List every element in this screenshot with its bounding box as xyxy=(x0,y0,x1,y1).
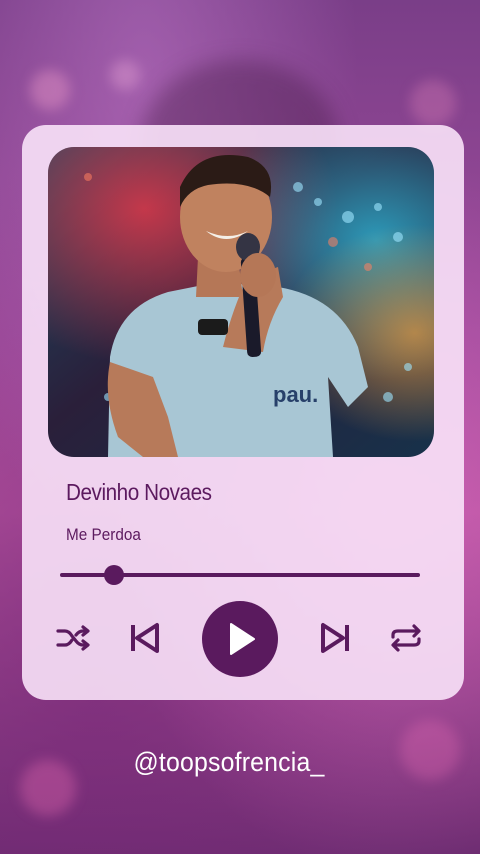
track-title: Me Perdoa xyxy=(66,525,141,544)
repeat-icon xyxy=(391,624,421,652)
shuffle-button[interactable] xyxy=(56,622,92,654)
music-player-card: pau. Devinho Novaes Me Perdoa xyxy=(22,125,464,700)
next-button[interactable] xyxy=(318,620,354,656)
skip-previous-icon xyxy=(131,623,159,653)
svg-text:pau.: pau. xyxy=(273,382,318,407)
play-button[interactable] xyxy=(202,601,278,677)
play-icon xyxy=(230,623,255,655)
background-bokeh xyxy=(30,70,70,110)
background-bokeh xyxy=(110,60,140,90)
album-art: pau. xyxy=(48,147,434,457)
background-bokeh xyxy=(410,80,456,126)
shuffle-icon xyxy=(56,625,90,651)
repeat-button[interactable] xyxy=(388,622,424,654)
previous-button[interactable] xyxy=(126,620,162,656)
progress-bar[interactable] xyxy=(60,565,420,585)
skip-next-icon xyxy=(321,623,349,653)
track-artist: Devinho Novaes xyxy=(66,479,212,505)
social-handle: @toopsofrencia_ xyxy=(133,747,325,777)
progress-handle[interactable] xyxy=(104,565,124,585)
playback-controls xyxy=(22,600,464,678)
album-art-image: pau. xyxy=(48,147,434,457)
